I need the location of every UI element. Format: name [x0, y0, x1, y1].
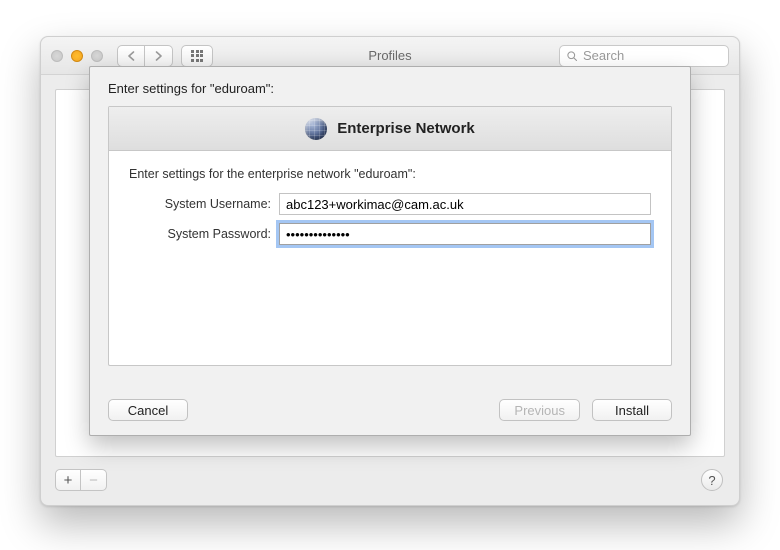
username-field[interactable]: [279, 193, 651, 215]
close-window-icon[interactable]: [51, 50, 63, 62]
profile-add-remove: + −: [55, 469, 107, 491]
network-globe-icon: [305, 118, 327, 140]
search-placeholder: Search: [583, 48, 624, 63]
remove-profile-button: −: [81, 469, 107, 491]
sheet-footer: Cancel Previous Install: [108, 399, 672, 421]
search-input[interactable]: Search: [559, 45, 729, 67]
show-all-button[interactable]: [181, 45, 213, 67]
panel-title: Enterprise Network: [337, 120, 475, 137]
zoom-window-icon[interactable]: [91, 50, 103, 62]
grid-icon: [191, 50, 203, 62]
previous-button: Previous: [499, 399, 580, 421]
traffic-lights: [51, 50, 103, 62]
forward-button[interactable]: [145, 45, 173, 67]
password-row: System Password:: [129, 223, 651, 245]
search-icon: [566, 50, 578, 62]
sheet-intro-text: Enter settings for "eduroam":: [90, 67, 690, 106]
cancel-button[interactable]: Cancel: [108, 399, 188, 421]
chevron-left-icon: [127, 51, 136, 61]
minimize-window-icon[interactable]: [71, 50, 83, 62]
username-row: System Username:: [129, 193, 651, 215]
help-button[interactable]: ?: [701, 469, 723, 491]
panel-header: Enterprise Network: [109, 107, 671, 151]
password-field[interactable]: [279, 223, 651, 245]
password-label: System Password:: [129, 227, 279, 241]
panel-body: Enter settings for the enterprise networ…: [109, 151, 671, 269]
install-button[interactable]: Install: [592, 399, 672, 421]
settings-sheet: Enter settings for "eduroam": Enterprise…: [89, 66, 691, 436]
add-profile-button[interactable]: +: [55, 469, 81, 491]
back-button[interactable]: [117, 45, 145, 67]
chevron-right-icon: [154, 51, 163, 61]
panel-instruction: Enter settings for the enterprise networ…: [129, 167, 651, 181]
nav-buttons: [117, 45, 173, 67]
username-label: System Username:: [129, 197, 279, 211]
enterprise-panel: Enterprise Network Enter settings for th…: [108, 106, 672, 366]
